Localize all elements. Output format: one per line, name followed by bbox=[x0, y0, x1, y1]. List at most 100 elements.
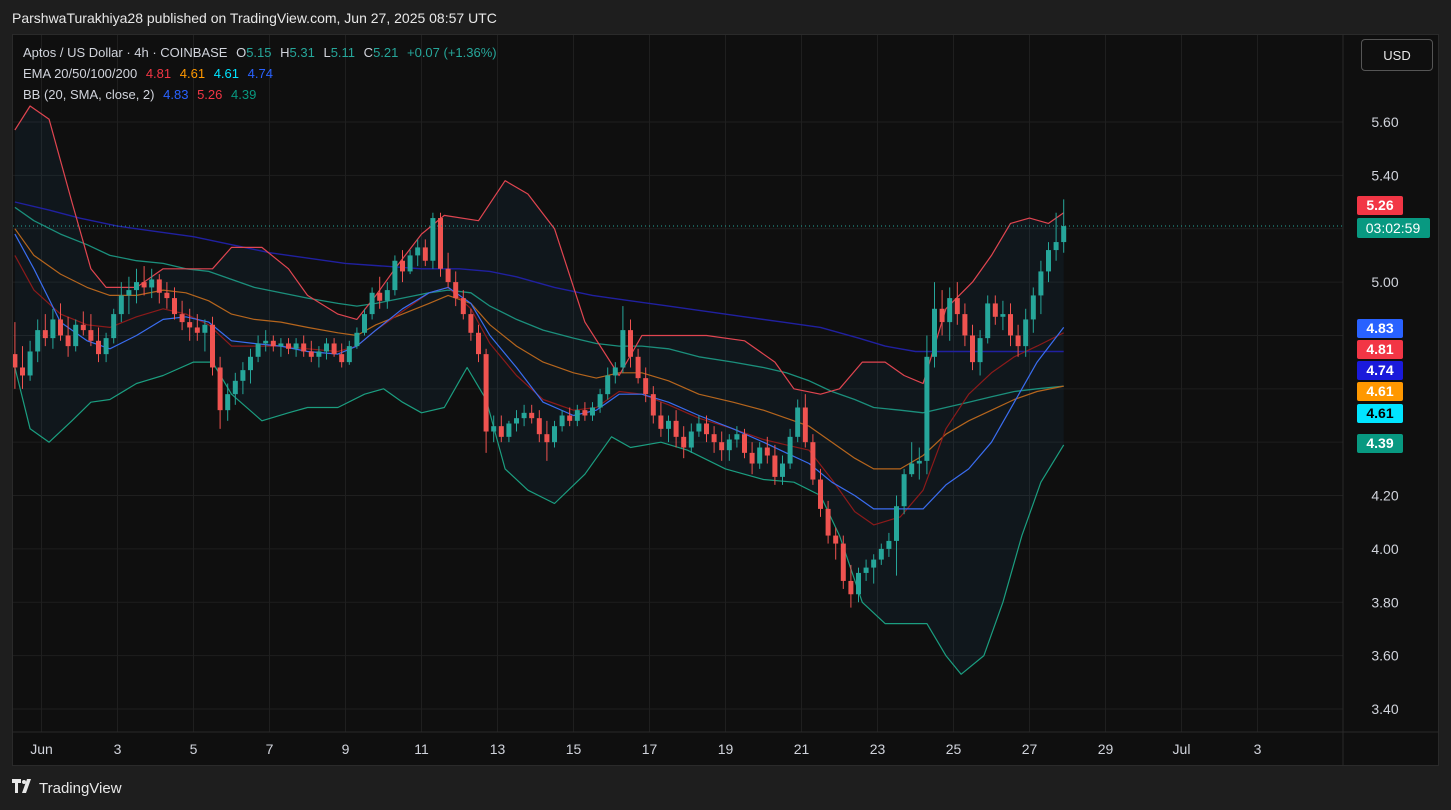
x-tick-label: Jun bbox=[30, 741, 53, 757]
candle bbox=[620, 306, 626, 373]
candle-body bbox=[567, 415, 573, 421]
ohlc-close: C5.21 bbox=[363, 45, 399, 60]
candle-body bbox=[1038, 271, 1044, 296]
chart-panel[interactable]: 5.60 5.40 5.00 4.20 4.00 3.80 3.60 3.40 Jun 3 5 7 9… bbox=[12, 34, 1439, 766]
candle-body bbox=[415, 247, 421, 256]
candle-body bbox=[901, 474, 907, 507]
candle-body bbox=[369, 292, 375, 315]
ema20-value: 4.81 bbox=[145, 66, 172, 81]
candle-body bbox=[141, 282, 147, 288]
candle-body bbox=[156, 279, 162, 293]
candle-body bbox=[529, 412, 535, 419]
candle-body bbox=[726, 439, 732, 451]
candle-body bbox=[392, 260, 398, 291]
candle-body bbox=[483, 354, 489, 432]
candle-body bbox=[255, 343, 261, 357]
footer-brand-text: TradingView bbox=[39, 779, 122, 797]
bb-label: BB (20, SMA, close, 2) bbox=[23, 87, 155, 102]
candle-body bbox=[460, 298, 466, 315]
candle-body bbox=[438, 218, 443, 269]
candle-body bbox=[590, 407, 595, 416]
candle-body bbox=[795, 407, 801, 437]
y-tick-label: 4.00 bbox=[1371, 541, 1398, 557]
candle-body bbox=[65, 335, 71, 347]
x-tick-label: 23 bbox=[870, 741, 886, 757]
candle bbox=[483, 348, 489, 453]
candle-body bbox=[384, 290, 390, 301]
footer-branding[interactable]: TradingView bbox=[12, 779, 122, 797]
candle-body bbox=[1030, 295, 1036, 320]
candle-body bbox=[605, 375, 611, 395]
countdown-text: 03:02:59 bbox=[1366, 220, 1421, 236]
candle-body bbox=[734, 434, 740, 440]
price-label-text: 4.39 bbox=[1366, 435, 1393, 451]
bb-fill-area bbox=[14, 105, 1064, 675]
candle-body bbox=[977, 338, 983, 363]
price-label-text: 4.83 bbox=[1366, 320, 1393, 336]
x-tick-label: 21 bbox=[794, 741, 810, 757]
ema100-value: 4.61 bbox=[213, 66, 240, 81]
bb-legend[interactable]: BB (20, SMA, close, 2) 4.83 5.26 4.39 bbox=[23, 87, 261, 102]
candle-body bbox=[1023, 319, 1029, 347]
candle-body bbox=[696, 423, 702, 432]
candle-body bbox=[491, 426, 497, 432]
candle-body bbox=[445, 268, 451, 283]
candle-body bbox=[856, 572, 861, 595]
candle-body bbox=[924, 356, 930, 461]
price-label-text: 4.61 bbox=[1366, 405, 1393, 421]
candle-body bbox=[308, 351, 314, 357]
candle bbox=[430, 212, 436, 269]
candle-body bbox=[970, 335, 975, 363]
price-label-text: 5.26 bbox=[1366, 197, 1393, 213]
candle-body bbox=[118, 295, 124, 315]
y-tick-label: 3.40 bbox=[1371, 701, 1398, 717]
bollinger-band-fill bbox=[14, 105, 1064, 675]
price-label-badge: 4.83 bbox=[1357, 319, 1403, 338]
candle-body bbox=[673, 420, 679, 437]
candle-body bbox=[787, 436, 793, 464]
candle-body bbox=[628, 330, 633, 357]
candle-body bbox=[172, 298, 177, 315]
x-tick-label: 25 bbox=[946, 741, 962, 757]
candle bbox=[924, 335, 930, 475]
candle-body bbox=[42, 330, 48, 339]
price-label-badge: 4.74 bbox=[1357, 361, 1403, 380]
price-label-badge: 4.61 bbox=[1357, 382, 1403, 401]
candle-body bbox=[187, 322, 193, 328]
candle-body bbox=[80, 324, 86, 331]
y-tick-label: 4.20 bbox=[1371, 488, 1398, 504]
ema200-value: 4.74 bbox=[247, 66, 273, 81]
price-label-badge: 4.61 bbox=[1357, 404, 1403, 423]
ohlc-high: H5.31 bbox=[280, 45, 315, 60]
candle-body bbox=[202, 324, 208, 333]
candle-body bbox=[939, 308, 945, 323]
price-chart[interactable]: 5.60 5.40 5.00 4.20 4.00 3.80 3.60 3.40 Jun 3 5 7 9… bbox=[13, 35, 1438, 765]
ema-legend[interactable]: EMA 20/50/100/200 4.81 4.61 4.61 4.74 bbox=[23, 66, 278, 81]
candle-body bbox=[248, 356, 253, 371]
candle-body bbox=[749, 452, 755, 464]
candle-body bbox=[916, 460, 922, 464]
candle-body bbox=[863, 567, 869, 573]
candle-body bbox=[194, 327, 200, 333]
x-tick-label: 17 bbox=[642, 741, 658, 757]
candle-body bbox=[50, 319, 56, 339]
bb-upper-value: 5.26 bbox=[197, 87, 223, 102]
candle-body bbox=[1008, 314, 1013, 336]
candle-body bbox=[126, 290, 132, 296]
candle-body bbox=[96, 340, 101, 355]
candle-body bbox=[1015, 335, 1021, 347]
candle-body bbox=[286, 343, 291, 349]
x-tick-label: 5 bbox=[190, 741, 198, 757]
candle-body bbox=[947, 298, 953, 323]
candle-body bbox=[88, 330, 94, 341]
candle-body bbox=[331, 343, 337, 355]
symbol-legend[interactable]: Aptos / US Dollar · 4h · COINBASE O5.15 … bbox=[23, 45, 502, 60]
candle-body bbox=[643, 378, 649, 395]
candle-body bbox=[346, 346, 352, 363]
candle-body bbox=[111, 314, 117, 339]
candle-body bbox=[666, 420, 671, 429]
candle bbox=[210, 316, 215, 376]
ohlc-low: L5.11 bbox=[323, 45, 356, 60]
currency-button[interactable]: USD bbox=[1361, 39, 1433, 71]
candle bbox=[392, 255, 398, 296]
